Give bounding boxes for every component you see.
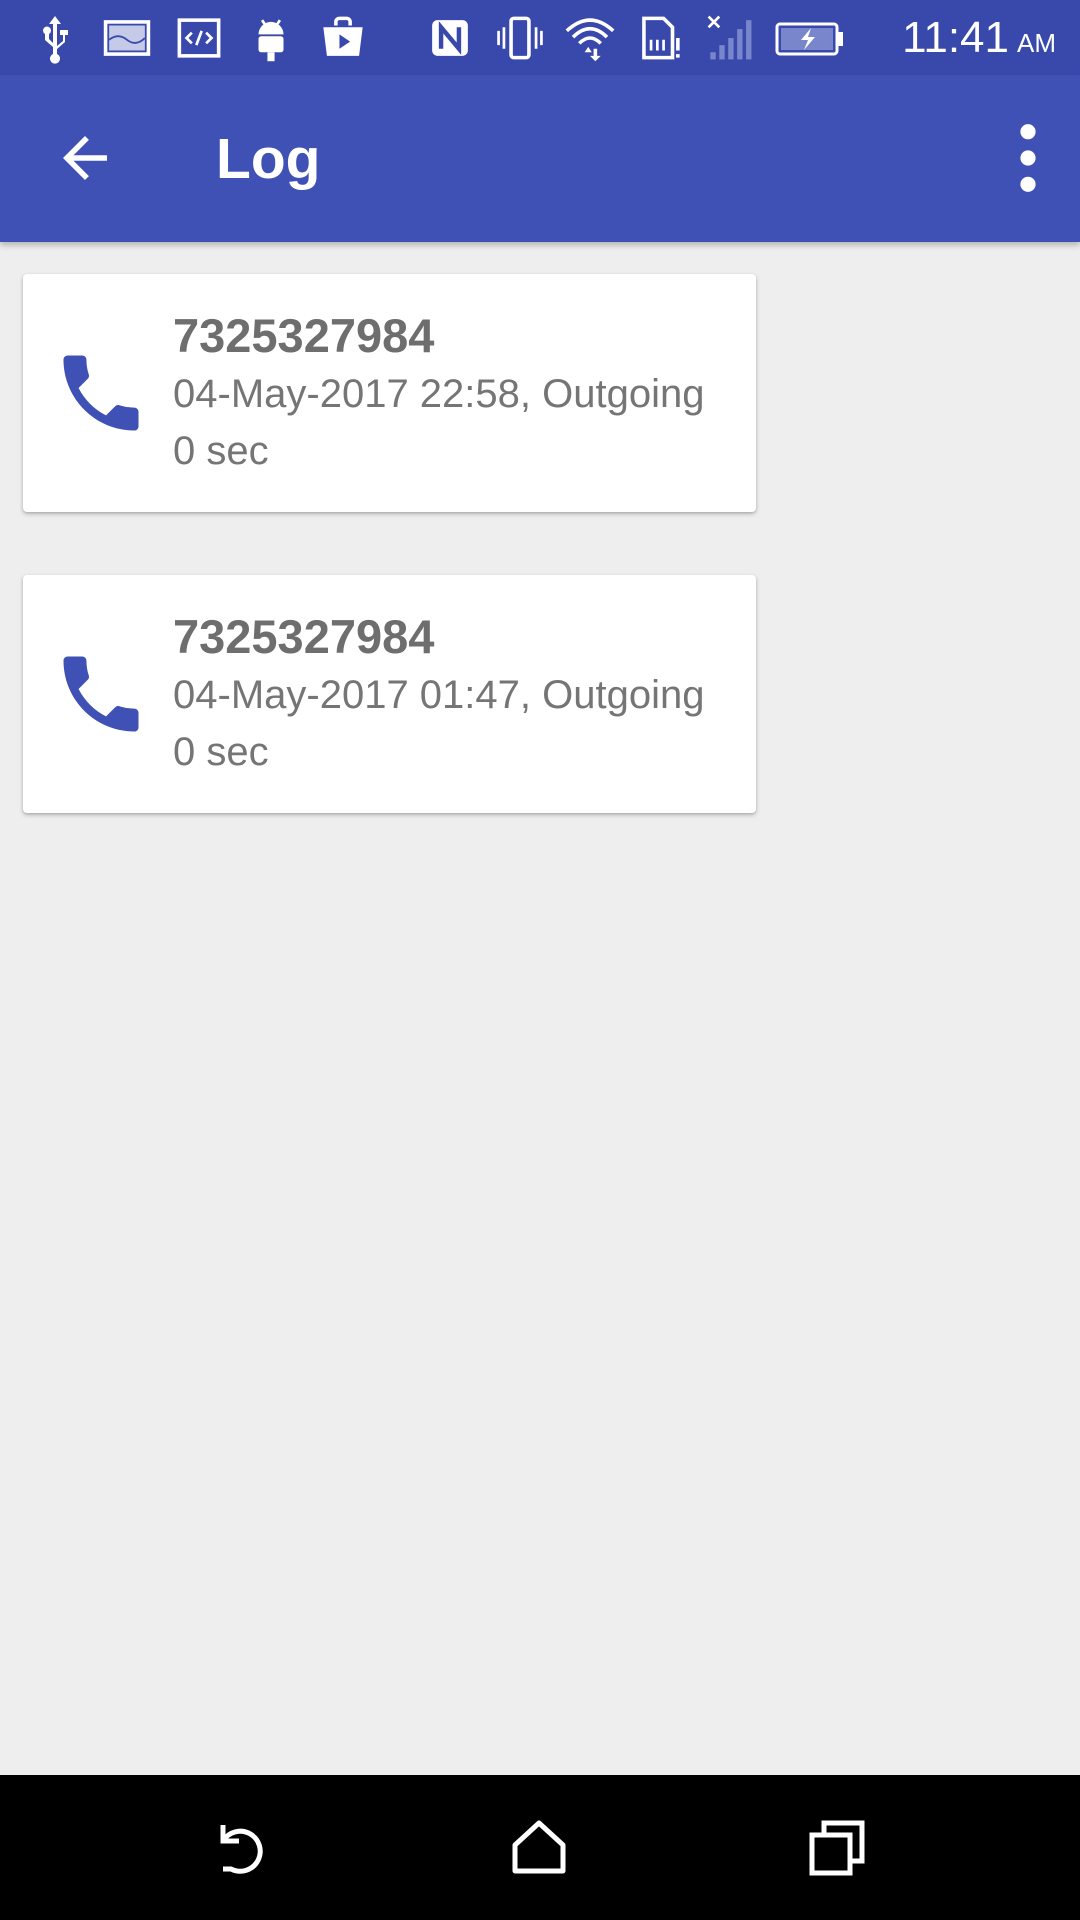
more-vert-icon[interactable] — [998, 120, 1058, 196]
status-system-icons — [425, 10, 845, 66]
nav-recents-icon[interactable] — [806, 1815, 870, 1879]
usb-icon — [43, 16, 68, 64]
page-title: Log — [216, 127, 321, 191]
signal-none-icon — [707, 15, 752, 60]
vibrate-icon — [497, 16, 543, 60]
call-datetime-type: 04-May-2017 22:58, Outgoing — [173, 372, 705, 416]
status-notification-icons — [30, 10, 368, 66]
nav-back-icon[interactable] — [209, 1815, 273, 1879]
clock-time: 11:41 — [902, 13, 1009, 62]
android-icon — [258, 19, 284, 62]
arrow-back-icon[interactable] — [52, 125, 118, 191]
sim-alert-icon — [642, 16, 680, 60]
call-log-item[interactable]: 7325327984 04-May-2017 22:58, Outgoing 0… — [23, 274, 756, 512]
app-bar: Log — [0, 75, 1080, 242]
battery-charging-icon — [775, 22, 843, 56]
call-datetime-type: 04-May-2017 01:47, Outgoing — [173, 673, 705, 717]
call-number: 7325327984 — [173, 610, 435, 663]
nfc-icon — [432, 20, 468, 56]
call-log-item[interactable]: 7325327984 04-May-2017 01:47, Outgoing 0… — [23, 575, 756, 813]
image-icon — [103, 20, 151, 56]
clock-ampm: AM — [1017, 28, 1056, 58]
code-icon — [177, 18, 221, 58]
nav-home-icon[interactable] — [507, 1815, 571, 1879]
call-number: 7325327984 — [173, 309, 435, 362]
wifi-icon — [565, 18, 615, 62]
status-bar: 11:41 AM — [0, 0, 1080, 75]
status-clock: 11:41 AM — [902, 12, 1056, 69]
call-duration: 0 sec — [173, 429, 269, 473]
play-store-bag-icon — [323, 16, 363, 56]
phone-icon — [63, 355, 139, 431]
navigation-bar — [0, 1775, 1080, 1920]
call-duration: 0 sec — [173, 730, 269, 774]
phone-icon — [63, 656, 139, 732]
